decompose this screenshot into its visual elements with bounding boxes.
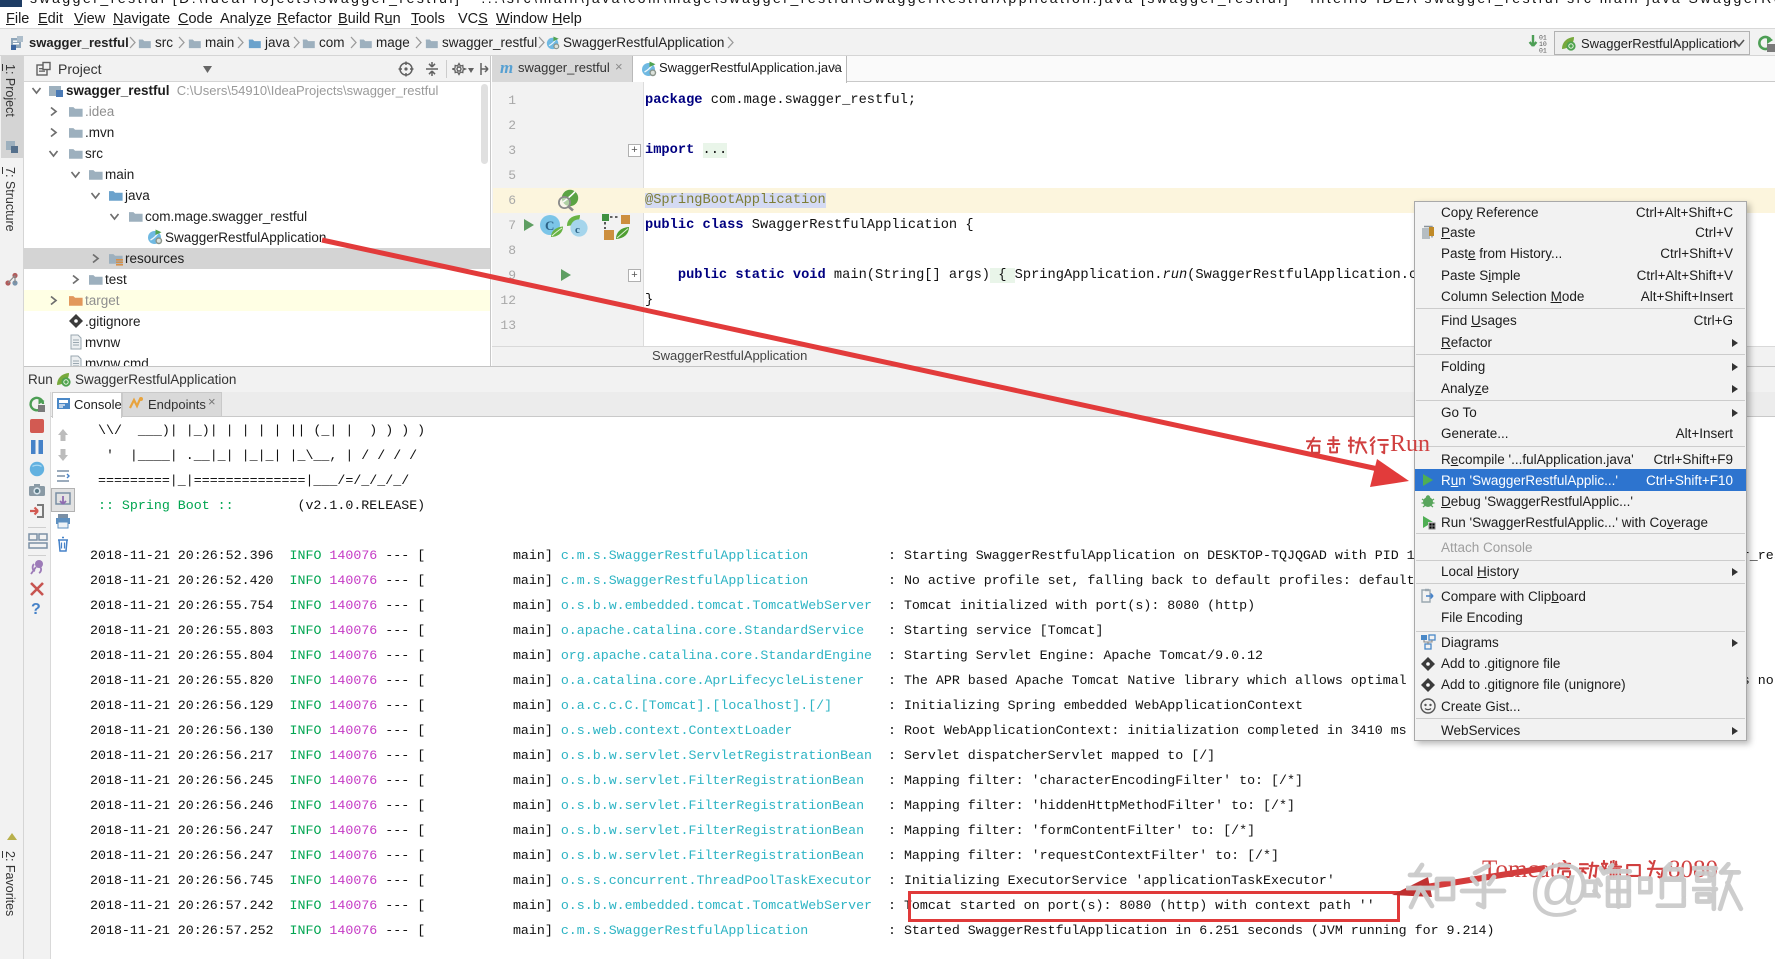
svg-text:01: 01 — [1539, 48, 1547, 54]
svg-text:C: C — [545, 218, 554, 233]
svg-text:c: c — [575, 224, 580, 236]
